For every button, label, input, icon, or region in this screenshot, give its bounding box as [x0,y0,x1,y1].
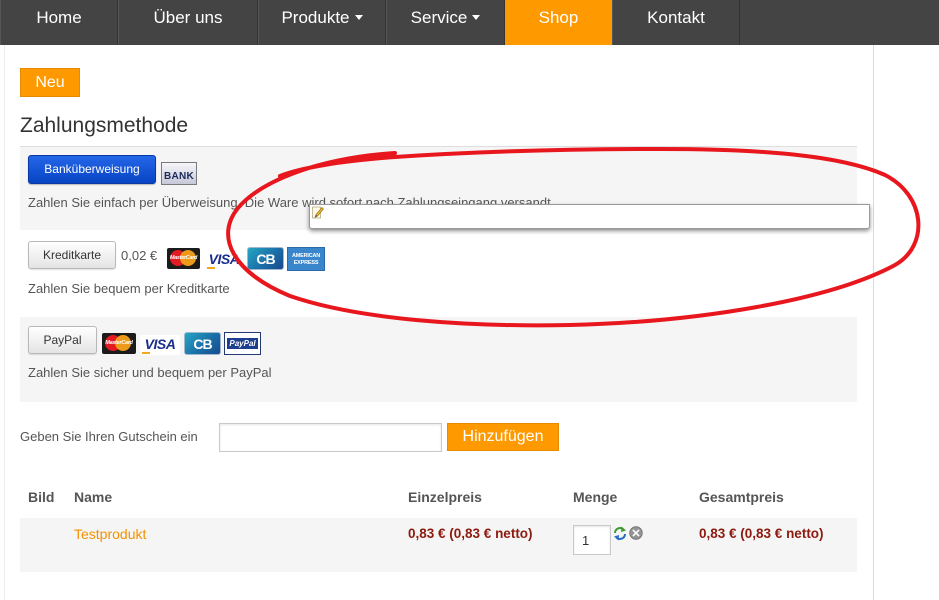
logo-text: MasterCard [169,255,198,261]
nav-item-label: Home [36,8,82,27]
logo-text: MasterCard [105,340,133,346]
chevron-down-icon [354,15,363,20]
new-button[interactable]: Neu [20,68,80,97]
logo-text: AMERICAN EXPRESS [291,253,321,266]
add-coupon-button[interactable]: Hinzufügen [447,423,559,451]
bank-transfer-button[interactable]: Banküberweisung [28,155,156,184]
nav-item-label: Produkte [281,8,350,27]
visa-logo: VISA [140,335,180,355]
column-header-unit-price: Einzelpreis [408,489,482,505]
nav-item-label: Über uns [153,8,223,27]
autocomplete-popup[interactable] [309,204,870,229]
payment-fee: 0,02 € [121,248,158,263]
pencil-icon [312,206,324,219]
product-link[interactable]: Testprodukt [74,526,146,542]
total-price: 0,83 € (0,83 € netto) [699,526,824,541]
bank-logo: BANK [161,162,197,185]
payment-description: Zahlen Sie bequem per Kreditkarte [28,281,230,296]
nav-item-about[interactable]: Über uns [118,0,258,45]
quantity-input[interactable] [573,525,611,555]
logo-text: BANK [163,171,195,182]
table-row: Testprodukt 0,83 € (0,83 € netto) 0,83 €… [20,518,857,572]
creditcard-button[interactable]: Kreditkarte [28,241,116,269]
amex-logo: AMERICAN EXPRESS [287,247,325,271]
nav-item-label: Service [410,8,468,27]
column-header-name: Name [74,489,113,505]
unit-price: 0,83 € (0,83 € netto) [408,526,533,541]
coupon-input[interactable] [219,423,442,452]
nav-item-contact[interactable]: Kontakt [612,0,740,45]
nav-item-label: Shop [538,8,579,27]
payment-description: Zahlen Sie sicher und bequem per PayPal [28,365,272,380]
refresh-icon[interactable] [613,526,627,541]
mastercard-logo: MasterCard [167,248,200,269]
column-header-image: Bild [28,489,55,505]
cb-logo: CB [184,332,221,355]
logo-text: CB [193,336,212,352]
column-header-quantity: Menge [573,489,618,505]
nav-item-home[interactable]: Home [0,0,118,45]
cb-logo: CB [247,247,284,270]
column-header-total: Gesamtpreis [699,489,784,505]
nav-item-label: Kontakt [647,8,705,27]
logo-text: VISA [208,251,240,267]
logo-text: PayPal [229,339,256,348]
nav-item-products[interactable]: Produkte [258,0,386,45]
payment-method-paypal: PayPal MasterCard VISA CB PayPal Zahlen … [20,317,857,402]
chevron-down-icon [472,15,481,20]
payment-method-creditcard: Kreditkarte 0,02 € MasterCard VISA CB AM… [20,230,857,317]
nav-item-shop[interactable]: Shop [505,0,612,45]
main-nav: Home Über uns Produkte Service Shop Kont… [0,0,939,45]
visa-logo: VISA [205,250,243,270]
remove-icon[interactable] [629,526,643,540]
paypal-button[interactable]: PayPal [28,326,97,354]
paypal-logo: PayPal [224,332,261,355]
logo-text: CB [256,251,275,267]
coupon-label: Geben Sie Ihren Gutschein ein [20,429,198,444]
page-title: Zahlungsmethode [20,114,189,137]
nav-item-service[interactable]: Service [386,0,505,45]
mastercard-logo: MasterCard [102,333,136,354]
logo-text: VISA [144,336,176,352]
